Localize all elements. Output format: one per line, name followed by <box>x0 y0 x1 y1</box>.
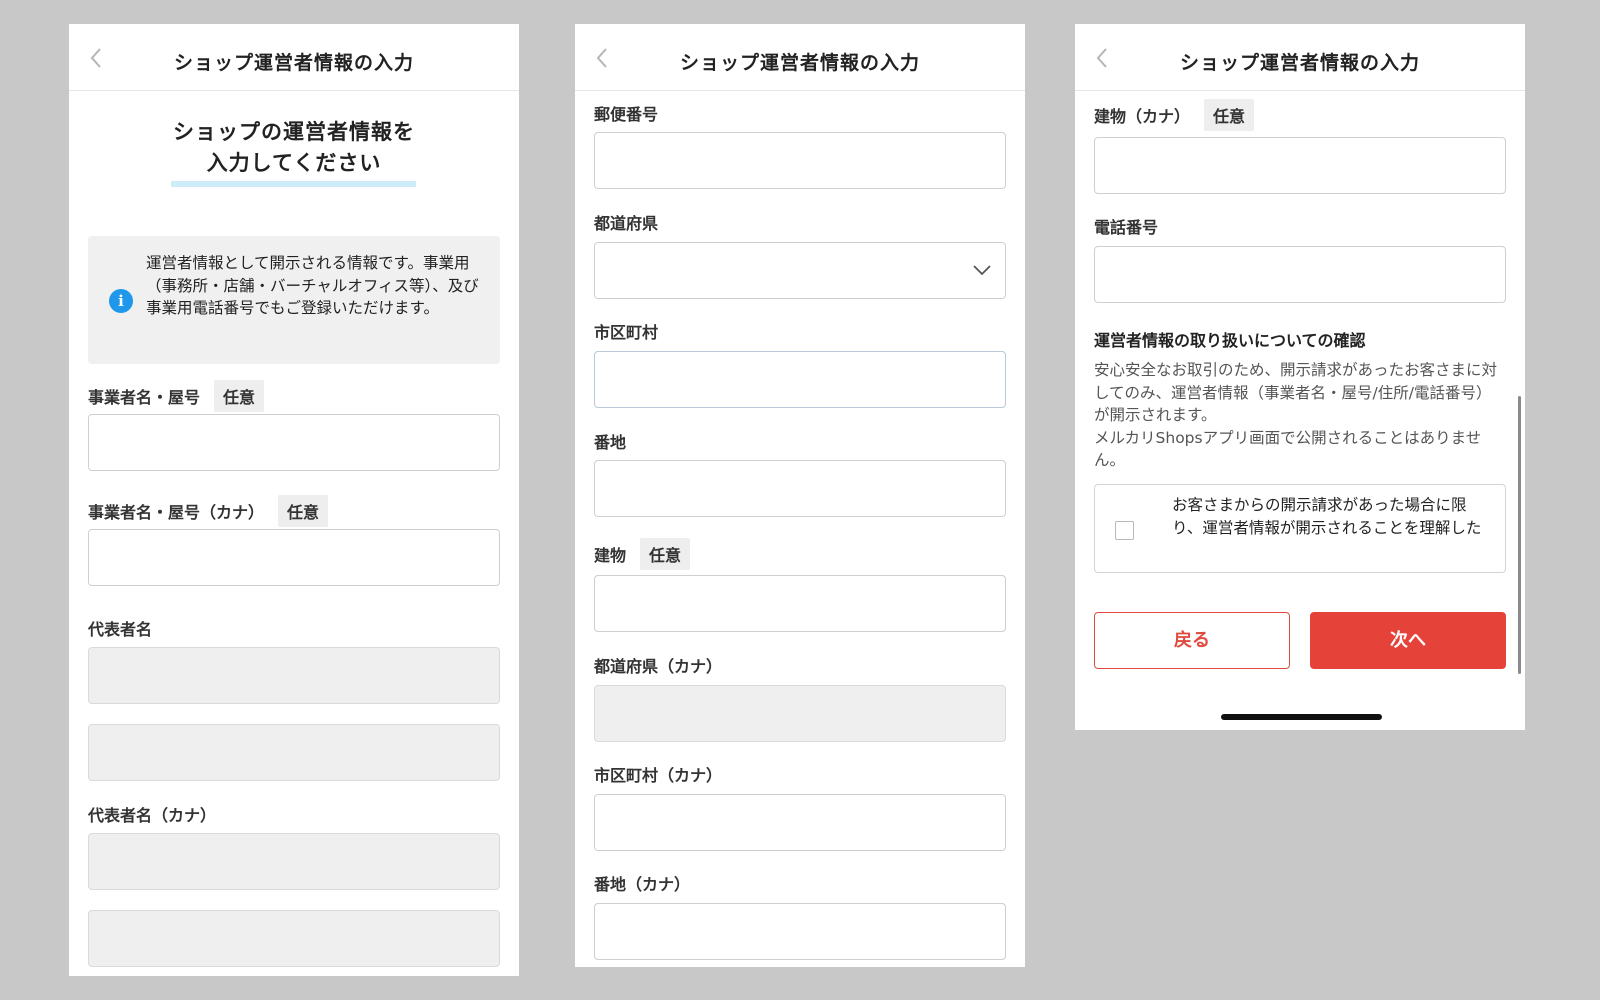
header: ショップ運営者情報の入力 <box>1075 24 1525 91</box>
page-title: ショップ運営者情報の入力 <box>173 52 414 74</box>
home-indicator <box>1221 714 1382 720</box>
screen-2: ショップ運営者情報の入力 郵便番号 都道府県 市区町村 番地 建物 任意 都道府県… <box>575 24 1025 967</box>
address-label: 番地 <box>594 433 627 452</box>
business-name-label: 事業者名・屋号 任意 <box>88 380 265 412</box>
confirm-title: 運営者情報の取り扱いについての確認 <box>1094 331 1366 350</box>
agree-box[interactable]: お客さまからの開示請求があった場合に限り、運営者情報が開示されることを理解した <box>1094 484 1506 573</box>
business-name-kana-input[interactable] <box>88 529 500 586</box>
prefecture-select[interactable] <box>594 242 1006 299</box>
city-kana-label: 市区町村（カナ） <box>594 766 723 785</box>
address-kana-label: 番地（カナ） <box>594 875 691 894</box>
prefecture-kana-label: 都道府県（カナ） <box>594 657 723 676</box>
back-button[interactable]: 戻る <box>1094 612 1290 669</box>
building-label: 建物 任意 <box>594 538 691 570</box>
confirm-description: 安心安全なお取引のため、開示請求があったお客さまに対してのみ、運営者情報（事業者… <box>1094 361 1498 469</box>
optional-tag: 任意 <box>214 380 265 412</box>
city-input[interactable] <box>594 351 1006 408</box>
prefecture-kana-input[interactable] <box>594 685 1006 742</box>
address-kana-input[interactable] <box>594 903 1006 960</box>
building-kana-label: 建物（カナ） 任意 <box>1094 99 1255 131</box>
prefecture-dropdown[interactable] <box>594 242 1006 299</box>
info-icon: i <box>109 289 133 313</box>
phone-input[interactable] <box>1094 246 1506 303</box>
address-input[interactable] <box>594 460 1006 517</box>
optional-tag: 任意 <box>1204 99 1255 131</box>
page-title: ショップ運営者情報の入力 <box>1179 52 1420 74</box>
postal-code-input[interactable] <box>594 132 1006 189</box>
business-name-input[interactable] <box>88 414 500 471</box>
lead-underline <box>171 181 416 187</box>
building-input[interactable] <box>594 575 1006 632</box>
representative-first-name-kana-input[interactable] <box>88 910 500 967</box>
next-button[interactable]: 次へ <box>1310 612 1506 669</box>
lead-line-2: 入力してください <box>206 151 382 175</box>
lead-text: ショップの運営者情報を 入力してください <box>69 117 519 179</box>
representative-first-name-input[interactable] <box>88 724 500 781</box>
building-kana-input[interactable] <box>1094 137 1506 194</box>
agree-checkbox[interactable] <box>1115 521 1134 540</box>
prefecture-label: 都道府県 <box>594 214 659 233</box>
header: ショップ運営者情報の入力 <box>575 24 1025 91</box>
optional-tag: 任意 <box>278 495 329 527</box>
screen-3: ショップ運営者情報の入力 建物（カナ） 任意 電話番号 運営者情報の取り扱いについ… <box>1075 24 1525 730</box>
info-text: 運営者情報として開示される情報です。事業用（事務所・店舗・バーチャルオフィス等）… <box>146 254 479 317</box>
agree-text: お客さまからの開示請求があった場合に限り、運営者情報が開示されることを理解した <box>1172 496 1482 537</box>
representative-last-name-kana-input[interactable] <box>88 833 500 890</box>
representative-label: 代表者名 <box>88 620 153 639</box>
business-name-kana-label: 事業者名・屋号（カナ） 任意 <box>88 495 329 527</box>
representative-kana-label: 代表者名（カナ） <box>88 806 217 825</box>
postal-code-label: 郵便番号 <box>594 105 659 124</box>
optional-tag: 任意 <box>640 538 691 570</box>
city-label: 市区町村 <box>594 323 659 342</box>
page-title: ショップ運営者情報の入力 <box>679 52 920 74</box>
representative-last-name-input[interactable] <box>88 647 500 704</box>
lead-line-1: ショップの運営者情報を <box>173 120 415 144</box>
city-kana-input[interactable] <box>594 794 1006 851</box>
info-box: i 運営者情報として開示される情報です。事業用（事務所・店舗・バーチャルオフィス… <box>88 236 500 364</box>
screen-1: ショップ運営者情報の入力 ショップの運営者情報を 入力してください i 運営者情… <box>69 24 519 976</box>
scrollbar[interactable] <box>1518 396 1521 674</box>
phone-label: 電話番号 <box>1094 218 1159 237</box>
header: ショップ運営者情報の入力 <box>69 24 519 91</box>
